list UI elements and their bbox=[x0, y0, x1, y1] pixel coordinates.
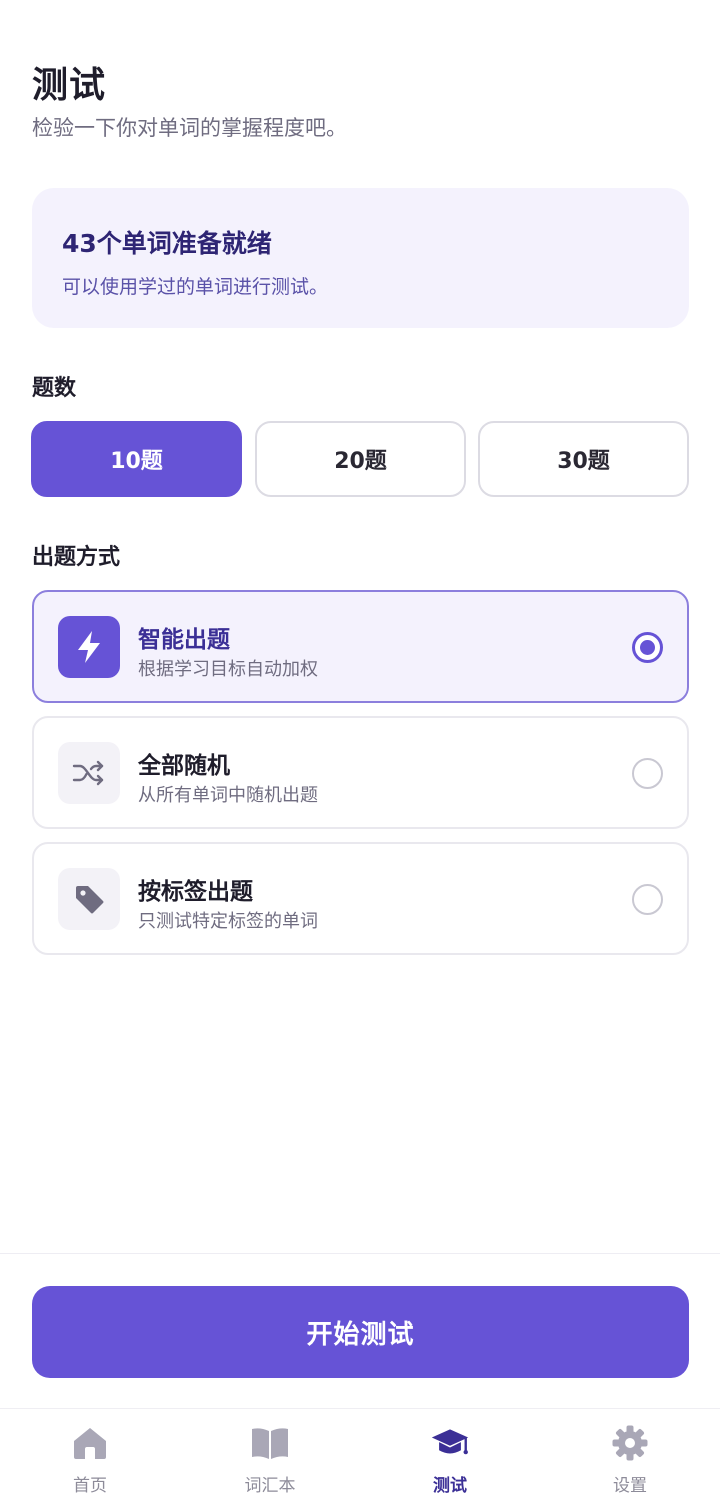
nav-item-settings[interactable]: 设置 bbox=[540, 1409, 720, 1504]
mode-label: 出题方式 bbox=[32, 545, 121, 570]
count-option-20[interactable]: 20题 bbox=[255, 421, 466, 497]
divider bbox=[0, 1253, 720, 1254]
mode-option-title: 按标签出题 bbox=[138, 879, 253, 905]
book-icon bbox=[250, 1423, 290, 1463]
nav-label: 测试 bbox=[433, 1476, 467, 1496]
page-title: 测试 bbox=[32, 65, 107, 106]
shuffle-icon bbox=[58, 742, 120, 804]
mode-option-title: 全部随机 bbox=[138, 753, 230, 779]
page-subtitle: 检验一下你对单词的掌握程度吧。 bbox=[32, 116, 347, 140]
nav-item-vocabulary[interactable]: 词汇本 bbox=[180, 1409, 360, 1504]
mode-option-tag[interactable]: 按标签出题 只测试特定标签的单词 bbox=[32, 842, 689, 955]
radio-selected[interactable] bbox=[632, 632, 663, 663]
nav-label: 设置 bbox=[613, 1476, 647, 1496]
home-icon bbox=[70, 1423, 110, 1463]
count-option-10[interactable]: 10题 bbox=[31, 421, 242, 497]
bottom-navigation: 首页 词汇本 测试 设置 bbox=[0, 1408, 720, 1504]
tag-icon bbox=[58, 868, 120, 930]
graduation-cap-icon bbox=[430, 1423, 470, 1463]
nav-label: 词汇本 bbox=[244, 1476, 296, 1496]
nav-item-home[interactable]: 首页 bbox=[0, 1409, 180, 1504]
mode-option-description: 从所有单词中随机出题 bbox=[138, 785, 318, 806]
question-count-label: 题数 bbox=[32, 376, 77, 401]
mode-option-random[interactable]: 全部随机 从所有单词中随机出题 bbox=[32, 716, 689, 829]
ready-card: 43个单词准备就绪 可以使用学过的单词进行测试。 bbox=[32, 188, 689, 328]
radio-unselected[interactable] bbox=[632, 758, 663, 789]
nav-item-test[interactable]: 测试 bbox=[360, 1409, 540, 1504]
radio-unselected[interactable] bbox=[632, 884, 663, 915]
ready-card-title: 43个单词准备就绪 bbox=[62, 229, 272, 258]
start-test-button[interactable]: 开始测试 bbox=[32, 1286, 689, 1378]
mode-option-description: 根据学习目标自动加权 bbox=[138, 659, 318, 680]
count-option-30[interactable]: 30题 bbox=[478, 421, 689, 497]
nav-label: 首页 bbox=[73, 1476, 107, 1496]
mode-option-title: 智能出题 bbox=[138, 627, 230, 653]
mode-option-description: 只测试特定标签的单词 bbox=[138, 911, 318, 932]
lightning-icon bbox=[58, 616, 120, 678]
ready-card-description: 可以使用学过的单词进行测试。 bbox=[62, 276, 329, 298]
gear-icon bbox=[610, 1423, 650, 1463]
mode-option-smart[interactable]: 智能出题 根据学习目标自动加权 bbox=[32, 590, 689, 703]
